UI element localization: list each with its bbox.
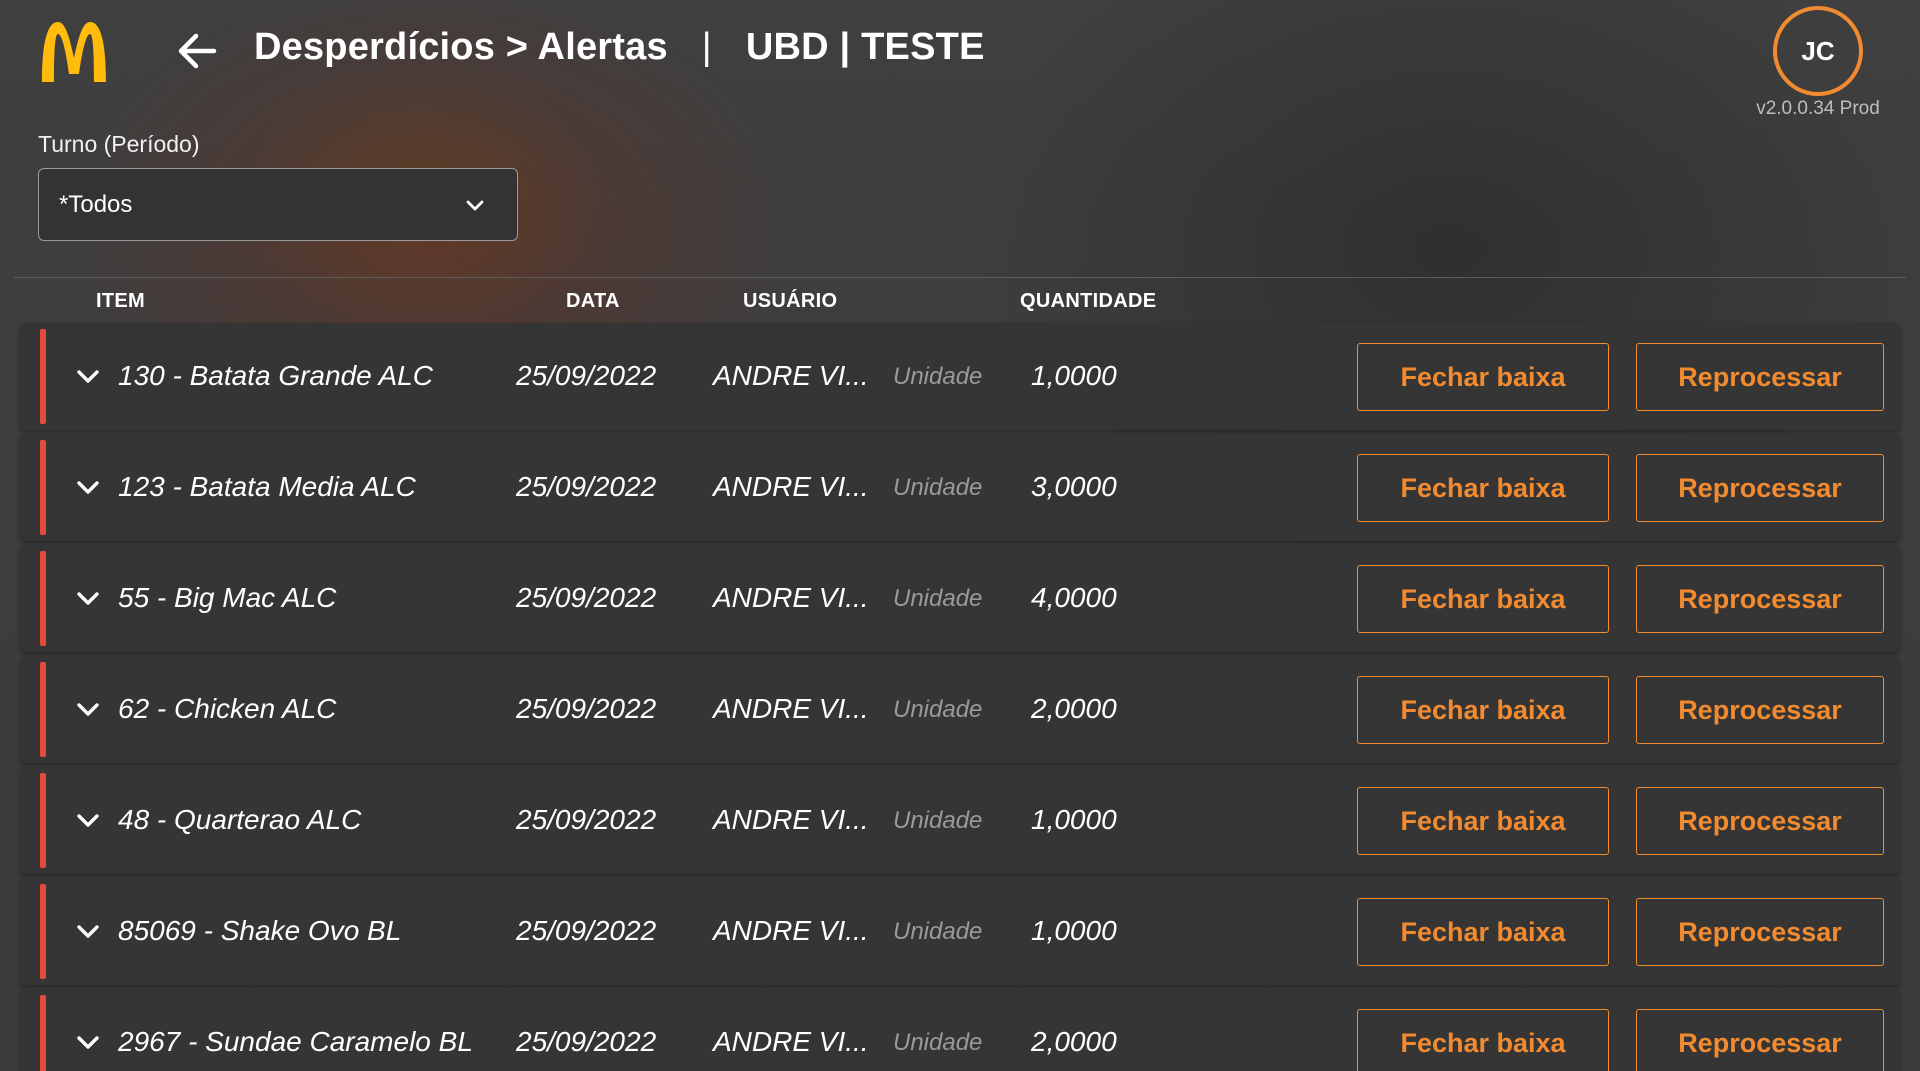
row-quantity: 1,0000 — [1031, 804, 1117, 835]
page-title: Desperdícios > Alertas | UBD | TESTE — [254, 26, 985, 69]
row-date: 25/09/2022 — [516, 471, 657, 502]
row-quantity: 2,0000 — [1031, 1026, 1117, 1057]
row-date: 25/09/2022 — [516, 804, 657, 835]
alert-marker — [40, 440, 46, 535]
table-row: 48 - Quarterao ALC 25/09/2022 ANDRE VI... U… — [20, 767, 1900, 874]
reprocess-button[interactable]: Reprocessar — [1636, 343, 1884, 411]
mcdonalds-logo — [42, 22, 106, 82]
breadcrumb: Desperdícios > Alertas — [254, 26, 668, 68]
row-user: ANDRE VI... — [713, 804, 869, 835]
shift-filter-label: Turno (Período) — [38, 131, 200, 157]
row-unit: Unidade — [893, 696, 983, 723]
row-unit: Unidade — [893, 807, 983, 834]
reprocess-button[interactable]: Reprocessar — [1636, 787, 1884, 855]
table-row: 85069 - Shake Ovo BL 25/09/2022 ANDRE VI..… — [20, 878, 1900, 985]
alert-marker — [40, 551, 46, 646]
close-writeoff-button[interactable]: Fechar baixa — [1357, 565, 1609, 633]
chevron-down-icon[interactable] — [74, 363, 102, 391]
row-item: 62 - Chicken ALC — [118, 693, 337, 724]
row-user: ANDRE VI... — [713, 360, 869, 391]
store-name: UBD | TESTE — [745, 26, 985, 68]
chevron-down-icon[interactable] — [74, 807, 102, 835]
row-unit: Unidade — [893, 585, 983, 612]
column-header-date: DATA — [566, 290, 620, 312]
column-header-item: ITEM — [96, 290, 145, 312]
row-unit: Unidade — [893, 363, 983, 390]
chevron-down-icon[interactable] — [74, 1029, 102, 1057]
row-date: 25/09/2022 — [516, 693, 657, 724]
alert-marker — [40, 329, 46, 424]
close-writeoff-button[interactable]: Fechar baixa — [1357, 787, 1609, 855]
table-row: 2967 - Sundae Caramelo BL 25/09/2022 ANDRE… — [20, 989, 1900, 1071]
column-header-user: USUÁRIO — [743, 290, 838, 312]
row-quantity: 1,0000 — [1031, 360, 1117, 391]
row-quantity: 4,0000 — [1031, 582, 1117, 613]
reprocess-button[interactable]: Reprocessar — [1636, 454, 1884, 522]
row-item: 2967 - Sundae Caramelo BL — [118, 1026, 473, 1057]
row-unit: Unidade — [893, 918, 983, 945]
row-item: 48 - Quarterao ALC — [118, 804, 362, 835]
alert-marker — [40, 995, 46, 1071]
shift-filter-select[interactable]: *Todos — [38, 168, 518, 241]
row-quantity: 1,0000 — [1031, 915, 1117, 946]
app-header: Desperdícios > Alertas | UBD | TESTE JC … — [0, 0, 1920, 119]
divider — [14, 277, 1906, 278]
row-date: 25/09/2022 — [516, 360, 657, 391]
row-unit: Unidade — [893, 1029, 983, 1056]
table-row: 55 - Big Mac ALC 25/09/2022 ANDRE VI... Uni… — [20, 545, 1900, 652]
title-separator: | — [701, 26, 712, 68]
chevron-down-icon[interactable] — [74, 474, 102, 502]
close-writeoff-button[interactable]: Fechar baixa — [1357, 898, 1609, 966]
chevron-down-icon[interactable] — [74, 696, 102, 724]
chevron-down-icon[interactable] — [74, 585, 102, 613]
row-user: ANDRE VI... — [713, 915, 869, 946]
row-date: 25/09/2022 — [516, 582, 657, 613]
close-writeoff-button[interactable]: Fechar baixa — [1357, 454, 1609, 522]
table-row: 123 - Batata Media ALC 25/09/2022 ANDRE VI… — [20, 434, 1900, 541]
close-writeoff-button[interactable]: Fechar baixa — [1357, 1009, 1609, 1071]
row-user: ANDRE VI... — [713, 471, 869, 502]
row-quantity: 3,0000 — [1031, 471, 1117, 502]
row-user: ANDRE VI... — [713, 693, 869, 724]
row-quantity: 2,0000 — [1031, 693, 1117, 724]
row-item: 123 - Batata Media ALC — [118, 471, 416, 502]
close-writeoff-button[interactable]: Fechar baixa — [1357, 343, 1609, 411]
reprocess-button[interactable]: Reprocessar — [1636, 1009, 1884, 1071]
reprocess-button[interactable]: Reprocessar — [1636, 676, 1884, 744]
alert-marker — [40, 884, 46, 979]
row-item: 55 - Big Mac ALC — [118, 582, 337, 613]
app-version: v2.0.0.34 Prod — [1756, 98, 1880, 119]
close-writeoff-button[interactable]: Fechar baixa — [1357, 676, 1609, 744]
alerts-list: 130 - Batata Grande ALC 25/09/2022 ANDRE V… — [20, 323, 1900, 1071]
back-arrow-icon[interactable] — [172, 26, 222, 76]
page: Desperdícios > Alertas | UBD | TESTE JC … — [0, 0, 1920, 1071]
reprocess-button[interactable]: Reprocessar — [1636, 565, 1884, 633]
alert-marker — [40, 773, 46, 868]
alert-marker — [40, 662, 46, 757]
chevron-down-icon[interactable] — [74, 918, 102, 946]
row-item: 85069 - Shake Ovo BL — [118, 915, 402, 946]
table-row: 130 - Batata Grande ALC 25/09/2022 ANDRE V… — [20, 323, 1900, 430]
table-row: 62 - Chicken ALC 25/09/2022 ANDRE VI... Uni… — [20, 656, 1900, 763]
user-avatar[interactable]: JC — [1773, 6, 1863, 96]
reprocess-button[interactable]: Reprocessar — [1636, 898, 1884, 966]
chevron-down-icon — [466, 200, 484, 211]
column-header-quantity: QUANTIDADE — [1020, 290, 1157, 312]
row-item: 130 - Batata Grande ALC — [118, 360, 433, 391]
shift-filter-value: *Todos — [59, 191, 133, 218]
row-user: ANDRE VI... — [713, 1026, 869, 1057]
row-unit: Unidade — [893, 474, 983, 501]
row-date: 25/09/2022 — [516, 1026, 657, 1057]
row-date: 25/09/2022 — [516, 915, 657, 946]
row-user: ANDRE VI... — [713, 582, 869, 613]
